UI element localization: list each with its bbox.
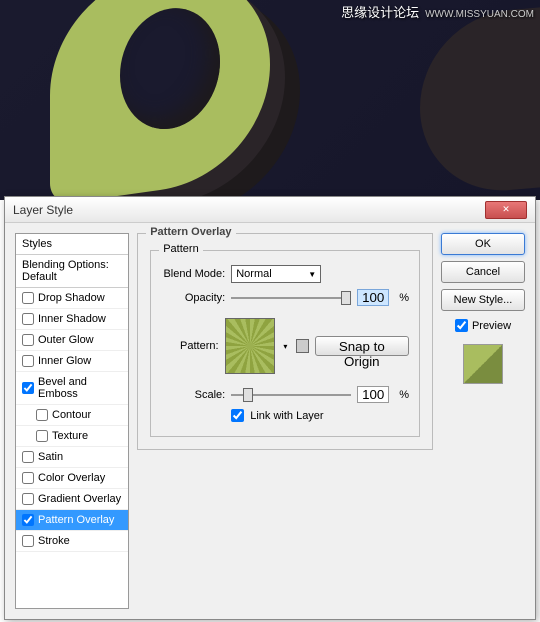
- artwork-preview: 思缘设计论坛WWW.MISSYUAN.COM: [0, 0, 540, 200]
- style-label: Outer Glow: [38, 334, 94, 346]
- layer-style-dialog: Layer Style ✕ Styles Blending Options: D…: [4, 196, 536, 620]
- style-checkbox[interactable]: [22, 451, 34, 463]
- new-style-button[interactable]: New Style...: [441, 289, 525, 311]
- styles-header[interactable]: Styles: [16, 234, 128, 255]
- style-checkbox[interactable]: [36, 409, 48, 421]
- title-bar[interactable]: Layer Style ✕: [5, 197, 535, 223]
- style-label: Drop Shadow: [38, 292, 105, 304]
- style-label: Contour: [52, 409, 91, 421]
- scale-label: Scale:: [161, 389, 225, 401]
- style-label: Gradient Overlay: [38, 493, 121, 505]
- snap-to-origin-button[interactable]: Snap to Origin: [315, 336, 409, 356]
- style-item-drop-shadow[interactable]: Drop Shadow: [16, 288, 128, 309]
- letter-c-3d: [420, 2, 540, 198]
- scale-unit: %: [399, 389, 409, 401]
- style-item-inner-glow[interactable]: Inner Glow: [16, 351, 128, 372]
- ok-button[interactable]: OK: [441, 233, 525, 255]
- panel-subtitle: Pattern: [159, 243, 202, 255]
- opacity-input[interactable]: [357, 289, 389, 306]
- chevron-down-icon: ▼: [308, 270, 316, 279]
- dialog-title: Layer Style: [13, 203, 73, 217]
- scale-slider[interactable]: [231, 394, 351, 396]
- pattern-swatch[interactable]: [225, 318, 275, 374]
- style-checkbox[interactable]: [22, 514, 34, 526]
- opacity-unit: %: [399, 292, 409, 304]
- style-checkbox[interactable]: [22, 355, 34, 367]
- style-item-texture[interactable]: Texture: [16, 426, 128, 447]
- opacity-slider[interactable]: [231, 297, 351, 299]
- styles-list: Styles Blending Options: Default Drop Sh…: [15, 233, 129, 609]
- style-label: Inner Shadow: [38, 313, 106, 325]
- close-button[interactable]: ✕: [485, 201, 527, 219]
- style-checkbox[interactable]: [22, 493, 34, 505]
- style-label: Inner Glow: [38, 355, 91, 367]
- style-label: Pattern Overlay: [38, 514, 114, 526]
- preview-checkbox[interactable]: [455, 319, 468, 332]
- pattern-label: Pattern:: [161, 340, 218, 352]
- pattern-picker-arrow[interactable]: ▾: [281, 342, 290, 351]
- style-checkbox[interactable]: [22, 292, 34, 304]
- style-checkbox[interactable]: [22, 382, 34, 394]
- new-preset-icon[interactable]: [296, 339, 309, 353]
- slider-thumb[interactable]: [341, 291, 351, 305]
- style-label: Bevel and Emboss: [38, 376, 122, 400]
- style-label: Satin: [38, 451, 63, 463]
- slider-thumb[interactable]: [243, 388, 253, 402]
- action-buttons: OK Cancel New Style... Preview: [441, 233, 525, 609]
- blend-mode-label: Blend Mode:: [161, 268, 225, 280]
- style-item-pattern-overlay[interactable]: Pattern Overlay: [16, 510, 128, 531]
- style-item-color-overlay[interactable]: Color Overlay: [16, 468, 128, 489]
- preview-label: Preview: [472, 320, 511, 332]
- letter-d-3d: [50, 0, 270, 200]
- style-label: Stroke: [38, 535, 70, 547]
- panel-title: Pattern Overlay: [146, 226, 235, 238]
- preview-swatch: [463, 344, 503, 384]
- blending-options[interactable]: Blending Options: Default: [16, 255, 128, 288]
- style-checkbox[interactable]: [22, 535, 34, 547]
- opacity-label: Opacity:: [161, 292, 225, 304]
- style-label: Texture: [52, 430, 88, 442]
- style-checkbox[interactable]: [36, 430, 48, 442]
- style-label: Color Overlay: [38, 472, 105, 484]
- cancel-button[interactable]: Cancel: [441, 261, 525, 283]
- style-item-contour[interactable]: Contour: [16, 405, 128, 426]
- style-item-bevel-and-emboss[interactable]: Bevel and Emboss: [16, 372, 128, 405]
- style-item-gradient-overlay[interactable]: Gradient Overlay: [16, 489, 128, 510]
- blend-mode-dropdown[interactable]: Normal ▼: [231, 265, 321, 283]
- style-item-satin[interactable]: Satin: [16, 447, 128, 468]
- style-item-outer-glow[interactable]: Outer Glow: [16, 330, 128, 351]
- style-checkbox[interactable]: [22, 472, 34, 484]
- style-item-stroke[interactable]: Stroke: [16, 531, 128, 552]
- watermark: 思缘设计论坛WWW.MISSYUAN.COM: [341, 2, 534, 21]
- settings-panel: Pattern Overlay Pattern Blend Mode: Norm…: [137, 233, 433, 609]
- link-with-layer-checkbox[interactable]: [231, 409, 244, 422]
- link-with-layer-label: Link with Layer: [250, 410, 323, 422]
- scale-input[interactable]: [357, 386, 389, 403]
- style-item-inner-shadow[interactable]: Inner Shadow: [16, 309, 128, 330]
- style-checkbox[interactable]: [22, 334, 34, 346]
- style-checkbox[interactable]: [22, 313, 34, 325]
